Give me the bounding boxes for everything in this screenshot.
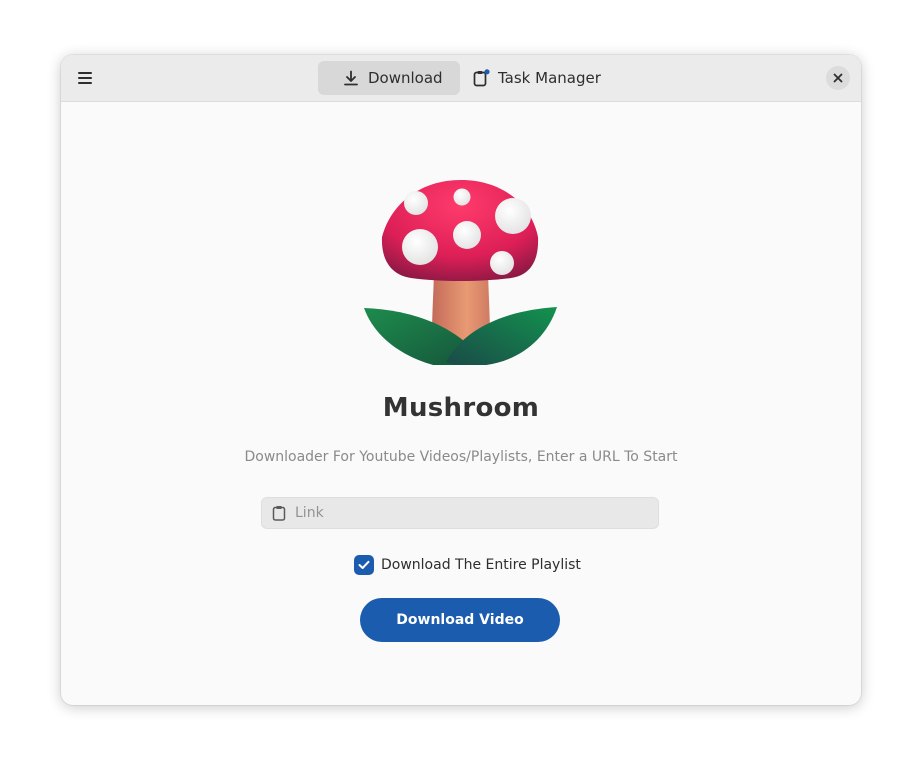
hamburger-icon	[78, 72, 92, 84]
playlist-option[interactable]: Download The Entire Playlist	[354, 554, 581, 576]
checkmark-icon	[358, 560, 370, 569]
link-input[interactable]	[295, 505, 635, 521]
tab-task-manager[interactable]: Task Manager	[466, 61, 615, 95]
playlist-checkbox[interactable]	[354, 555, 374, 575]
close-icon	[833, 73, 843, 83]
header-bar: Download Task Manager	[61, 55, 861, 102]
paste-icon[interactable]	[271, 504, 287, 522]
app-window: Download Task Manager Mushroom Downloade…	[61, 55, 861, 705]
download-icon	[342, 69, 360, 87]
app-subtitle: Downloader For Youtube Videos/Playlists,…	[244, 449, 678, 465]
tab-task-manager-label: Task Manager	[498, 69, 601, 87]
close-button[interactable]	[826, 66, 850, 90]
download-video-button[interactable]: Download Video	[360, 598, 560, 642]
task-manager-badge	[484, 69, 490, 75]
playlist-checkbox-label[interactable]: Download The Entire Playlist	[381, 557, 581, 573]
app-title: Mushroom	[382, 393, 540, 423]
main-menu-button[interactable]	[70, 62, 100, 94]
tab-download[interactable]: Download	[318, 61, 460, 95]
clipboard-icon	[472, 69, 490, 87]
mushroom-logo	[364, 180, 557, 365]
link-entry[interactable]	[261, 497, 659, 529]
view-switcher: Download Task Manager	[318, 61, 615, 95]
tab-download-label: Download	[368, 69, 443, 87]
